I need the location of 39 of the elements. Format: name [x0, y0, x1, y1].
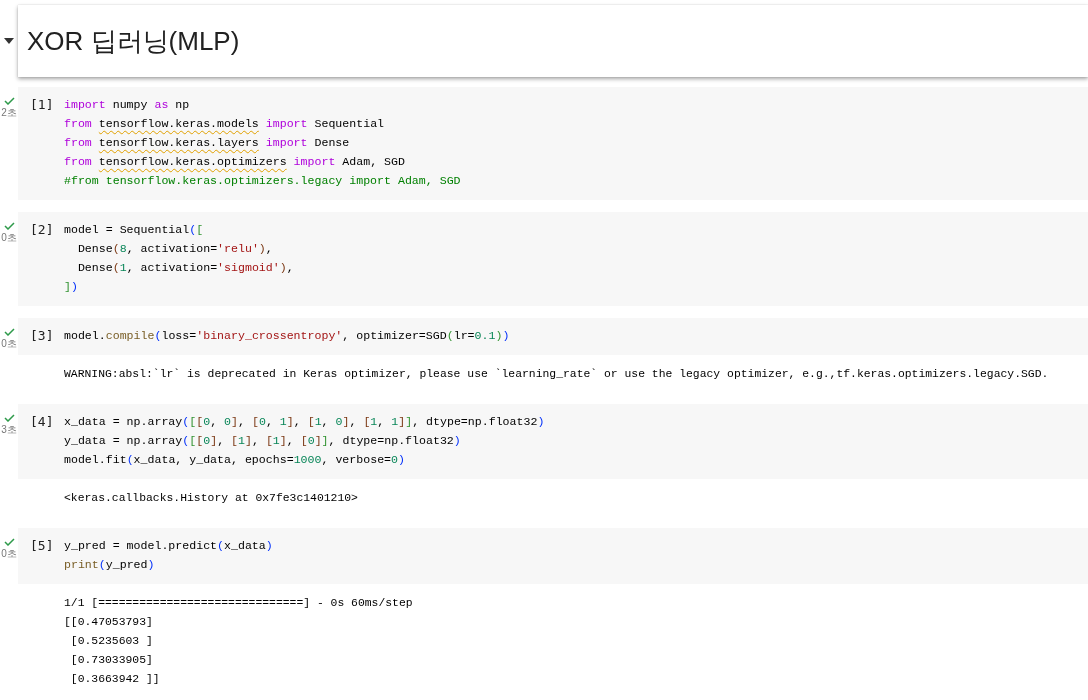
output-line: 1/1 [==============================] - 0s 60ms/step [64, 596, 414, 611]
code-cell[interactable] [18, 87, 1088, 200]
code-line: Dense(8, activation='relu'), [76, 241, 274, 257]
code-line: print(y_pred) [64, 557, 156, 573]
code-cell[interactable]: [2] model = Sequential([ Dense(8, activation='relu'), Dense(1, activation='sigmoid'), ]) [18, 212, 1088, 306]
execution-count: [5] [29, 537, 55, 555]
run-time: 0초 [1, 337, 17, 351]
code-line: model = Sequential([ [64, 222, 205, 238]
execution-count: [2] [29, 221, 55, 239]
code-cell[interactable]: [5] y_pred = model.predict(x_data) print(y_pred) [18, 528, 1088, 584]
code-line: y_pred = model.predict(x_data) [64, 538, 273, 554]
output-line: [0.3663942 ]] [69, 672, 161, 687]
code-line: Dense(1, activation='sigmoid'), [76, 260, 294, 276]
code-cell[interactable]: [4] x_data = np.array([[0, 0], [0, 1], [1, 0], [1, 1]], dtype=np.float32) y_data = np.array([[0], [1], [1], [0]], dtype=np.float32) model.fit(x_data, y_data, epochs=1000, verbose=0) [18, 404, 1088, 479]
code-line: model.fit(x_data, y_data, epochs=1000, verbose=0) [64, 452, 406, 468]
output-line: [0.5235603 ] [69, 634, 154, 649]
output-line: [[0.47053793] [64, 615, 154, 630]
run-time: 3초 [1, 423, 17, 437]
output-line: <keras.callbacks.History at 0x7fe3c1401210> [64, 491, 359, 506]
output-line: WARNING:absl:`lr` is deprecated in Keras optimizer, please use `learning_rate` or use the legacy optimizer, e.g.,tf.keras.optimizers.legacy.SGD. [64, 367, 1050, 382]
run-time: 0초 [1, 231, 17, 245]
run-time: 0초 [1, 547, 17, 561]
code-line: model.compile(loss='binary_crossentropy', optimizer=SGD(lr=0.1)) [64, 328, 510, 344]
caret-icon[interactable] [4, 38, 14, 44]
code-line: from tensorflow.keras.layers import Dense [64, 135, 351, 151]
code-line: y_data = np.array([[0], [1], [1], [0]], dtype=np.float32) [64, 433, 462, 449]
execution-count: [1] [29, 96, 55, 114]
run-time: 2초 [1, 106, 17, 120]
execution-count: [3] [29, 327, 55, 345]
code-line: from tensorflow.keras.optimizers import Adam, SGD [64, 154, 406, 170]
code-line: import numpy as np [64, 97, 191, 113]
execution-count: [4] [29, 413, 55, 431]
code-line: ]) [64, 279, 79, 295]
code-line: #from tensorflow.keras.optimizers.legacy import Adam, SGD [64, 173, 461, 189]
code-line: x_data = np.array([[0, 0], [0, 1], [1, 0], [1, 1]], dtype=np.float32) [64, 414, 545, 430]
code-line: from tensorflow.keras.models import Sequential [64, 116, 386, 132]
output-line: [0.73033905] [69, 653, 154, 668]
section-title: XOR 딥러닝(MLP) [27, 24, 240, 58]
code-cell[interactable]: [3] model.compile(loss='binary_crossentropy', optimizer=SGD(lr=0.1)) [18, 318, 1088, 355]
